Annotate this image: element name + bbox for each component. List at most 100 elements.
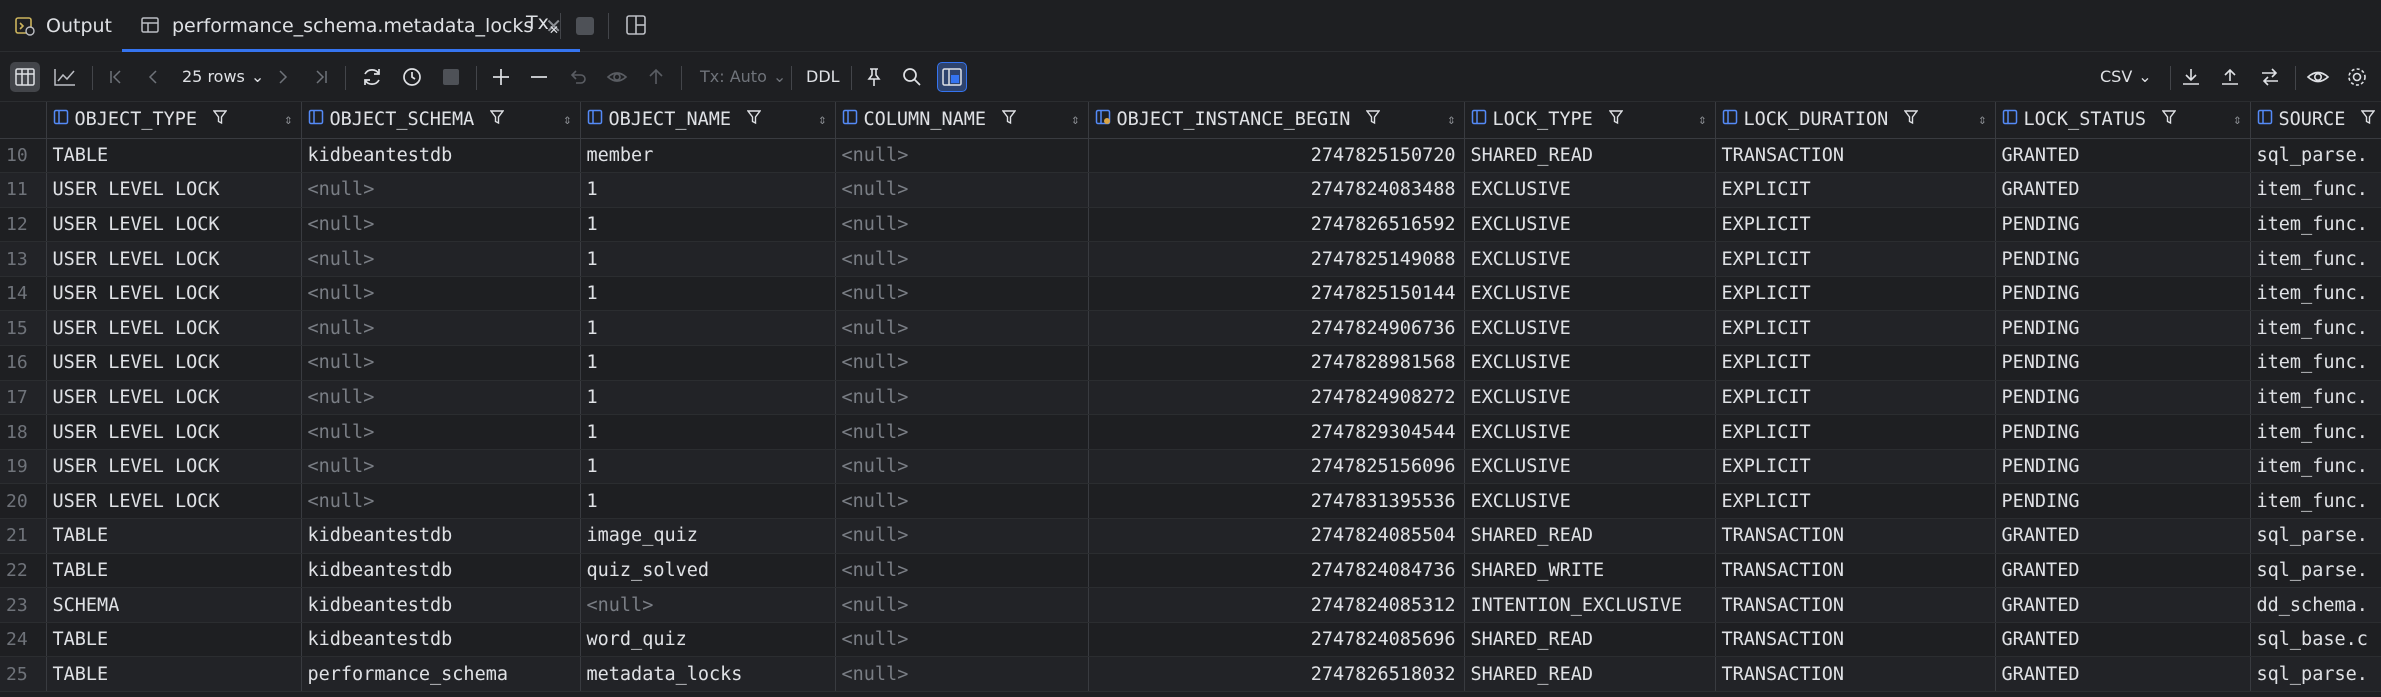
cell-object-type[interactable]: USER LEVEL LOCK — [46, 172, 302, 208]
cell-object-instance-begin[interactable]: 2747824085504 — [1088, 518, 1465, 554]
gear-icon[interactable] — [2342, 62, 2372, 92]
cell-lock-duration[interactable]: TRANSACTION — [1715, 518, 1996, 554]
filter-icon[interactable] — [746, 109, 762, 130]
cell-lock-duration[interactable]: EXPLICIT — [1715, 345, 1996, 381]
cell-lock-type[interactable]: EXCLUSIVE — [1464, 172, 1716, 208]
filter-icon[interactable] — [1608, 109, 1624, 130]
cell-lock-type[interactable]: INTENTION_EXCLUSIVE — [1464, 587, 1716, 623]
table-view-icon[interactable] — [10, 62, 40, 92]
cell-object-schema[interactable]: <null> — [301, 207, 581, 243]
cell-source[interactable]: item_func. — [2250, 380, 2381, 416]
cell-object-instance-begin[interactable]: 2747824085312 — [1088, 587, 1465, 623]
cell-object-name[interactable]: word_quiz — [580, 622, 836, 658]
cell-lock-status[interactable]: PENDING — [1995, 483, 2251, 520]
sort-icon[interactable]: ⇕ — [284, 112, 292, 128]
cell-lock-type[interactable]: EXCLUSIVE — [1464, 207, 1716, 243]
row-number[interactable]: 22 — [0, 553, 47, 589]
table-row[interactable]: 19 USER LEVEL LOCK <null> 1 <null> 2747825156… — [0, 449, 2381, 485]
cell-object-instance-begin[interactable]: 2747826516592 — [1088, 207, 1465, 243]
cell-column-name[interactable]: <null> — [835, 138, 1089, 174]
cell-column-name[interactable]: <null> — [835, 310, 1089, 347]
cell-lock-status[interactable]: GRANTED — [1995, 138, 2251, 174]
cell-object-schema[interactable]: kidbeantestdb — [301, 587, 581, 623]
cell-object-schema[interactable]: kidbeantestdb — [301, 553, 581, 589]
row-number[interactable]: 11 — [0, 172, 47, 208]
filter-icon[interactable] — [2161, 109, 2177, 130]
cell-object-instance-begin[interactable]: 2747824906736 — [1088, 310, 1465, 347]
view-options-eye-icon[interactable] — [2303, 62, 2333, 92]
row-number[interactable]: 19 — [0, 449, 47, 485]
cell-lock-status[interactable]: GRANTED — [1995, 656, 2251, 692]
cell-object-type[interactable]: USER LEVEL LOCK — [46, 241, 302, 277]
cell-object-instance-begin[interactable]: 2747824083488 — [1088, 172, 1465, 208]
revert-icon[interactable] — [563, 62, 593, 92]
cell-lock-duration[interactable]: TRANSACTION — [1715, 587, 1996, 623]
cell-column-name[interactable]: <null> — [835, 414, 1089, 450]
cell-object-schema[interactable]: kidbeantestdb — [301, 518, 581, 554]
cell-source[interactable]: dd_schema. — [2250, 587, 2381, 623]
cell-lock-type[interactable]: SHARED_READ — [1464, 656, 1716, 692]
cell-object-name[interactable]: image_quiz — [580, 518, 836, 554]
cell-source[interactable]: item_func. — [2250, 276, 2381, 312]
cell-object-schema[interactable]: kidbeantestdb — [301, 622, 581, 658]
cell-source[interactable]: item_func. — [2250, 172, 2381, 208]
cell-column-name[interactable]: <null> — [835, 553, 1089, 589]
table-row[interactable]: 23 SCHEMA kidbeantestdb <null> <null> 2747824… — [0, 587, 2381, 623]
table-row[interactable]: 18 USER LEVEL LOCK <null> 1 <null> 2747829304… — [0, 414, 2381, 450]
row-number[interactable]: 14 — [0, 276, 47, 312]
row-number[interactable]: 17 — [0, 380, 47, 416]
cell-object-type[interactable]: USER LEVEL LOCK — [46, 207, 302, 243]
cell-lock-duration[interactable]: EXPLICIT — [1715, 310, 1996, 347]
filter-icon[interactable] — [212, 109, 228, 130]
history-icon[interactable] — [397, 62, 427, 92]
cell-object-name[interactable]: 1 — [580, 380, 836, 416]
cell-object-type[interactable]: USER LEVEL LOCK — [46, 449, 302, 485]
cell-object-schema[interactable]: <null> — [301, 345, 581, 381]
filter-icon[interactable] — [1903, 109, 1919, 130]
cell-object-instance-begin[interactable]: 2747825149088 — [1088, 241, 1465, 277]
cell-object-type[interactable]: USER LEVEL LOCK — [46, 380, 302, 416]
cell-object-name[interactable]: member — [580, 138, 836, 174]
cell-lock-status[interactable]: GRANTED — [1995, 553, 2251, 589]
cell-object-instance-begin[interactable]: 2747828981568 — [1088, 345, 1465, 381]
cell-object-name[interactable]: metadata_locks — [580, 656, 836, 692]
cell-lock-duration[interactable]: TRANSACTION — [1715, 553, 1996, 589]
layout-icon[interactable] — [625, 14, 647, 40]
column-header-object-instance-begin[interactable]: OBJECT_INSTANCE_BEGIN ⇕ — [1088, 102, 1465, 139]
cell-column-name[interactable]: <null> — [835, 276, 1089, 312]
column-header-object-name[interactable]: OBJECT_NAME ⇕ — [580, 102, 836, 139]
table-row[interactable]: 22 TABLE kidbeantestdb quiz_solved <null> 274… — [0, 553, 2381, 589]
preview-changes-icon[interactable] — [602, 62, 632, 92]
cell-object-name[interactable]: 1 — [580, 414, 836, 450]
cell-lock-type[interactable]: EXCLUSIVE — [1464, 483, 1716, 520]
cell-column-name[interactable]: <null> — [835, 449, 1089, 485]
compare-icon[interactable] — [2255, 62, 2285, 92]
row-number[interactable]: 10 — [0, 138, 47, 174]
cell-object-instance-begin[interactable]: 2747826518032 — [1088, 656, 1465, 692]
table-row[interactable]: 20 USER LEVEL LOCK <null> 1 <null> 2747831395… — [0, 483, 2381, 520]
cell-object-instance-begin[interactable]: 2747824084736 — [1088, 553, 1465, 589]
row-number[interactable]: 20 — [0, 483, 47, 520]
cell-object-instance-begin[interactable]: 2747825150144 — [1088, 276, 1465, 312]
cell-lock-duration[interactable]: EXPLICIT — [1715, 207, 1996, 243]
transaction-log-button[interactable]: Tx✕ — [526, 12, 559, 37]
cell-lock-type[interactable]: EXCLUSIVE — [1464, 276, 1716, 312]
last-page-icon[interactable] — [306, 62, 336, 92]
submit-icon[interactable] — [641, 62, 671, 92]
cell-lock-status[interactable]: GRANTED — [1995, 587, 2251, 623]
filter-icon[interactable] — [1366, 109, 1381, 130]
cell-lock-type[interactable]: EXCLUSIVE — [1464, 345, 1716, 381]
cell-lock-duration[interactable]: TRANSACTION — [1715, 138, 1996, 174]
cell-object-type[interactable]: TABLE — [46, 656, 302, 692]
cell-lock-type[interactable]: SHARED_READ — [1464, 622, 1716, 658]
cell-object-instance-begin[interactable]: 2747825156096 — [1088, 449, 1465, 485]
column-header-lock-duration[interactable]: LOCK_DURATION ⇕ — [1715, 102, 1996, 139]
cell-column-name[interactable]: <null> — [835, 241, 1089, 277]
cell-source[interactable]: sql_parse. — [2250, 138, 2381, 174]
filter-icon[interactable] — [489, 109, 505, 130]
cell-object-schema[interactable]: kidbeantestdb — [301, 138, 581, 174]
cell-lock-duration[interactable]: EXPLICIT — [1715, 172, 1996, 208]
table-row[interactable]: 21 TABLE kidbeantestdb image_quiz <null> 2747… — [0, 518, 2381, 554]
table-row[interactable]: 15 USER LEVEL LOCK <null> 1 <null> 2747824906… — [0, 310, 2381, 347]
cell-column-name[interactable]: <null> — [835, 656, 1089, 692]
